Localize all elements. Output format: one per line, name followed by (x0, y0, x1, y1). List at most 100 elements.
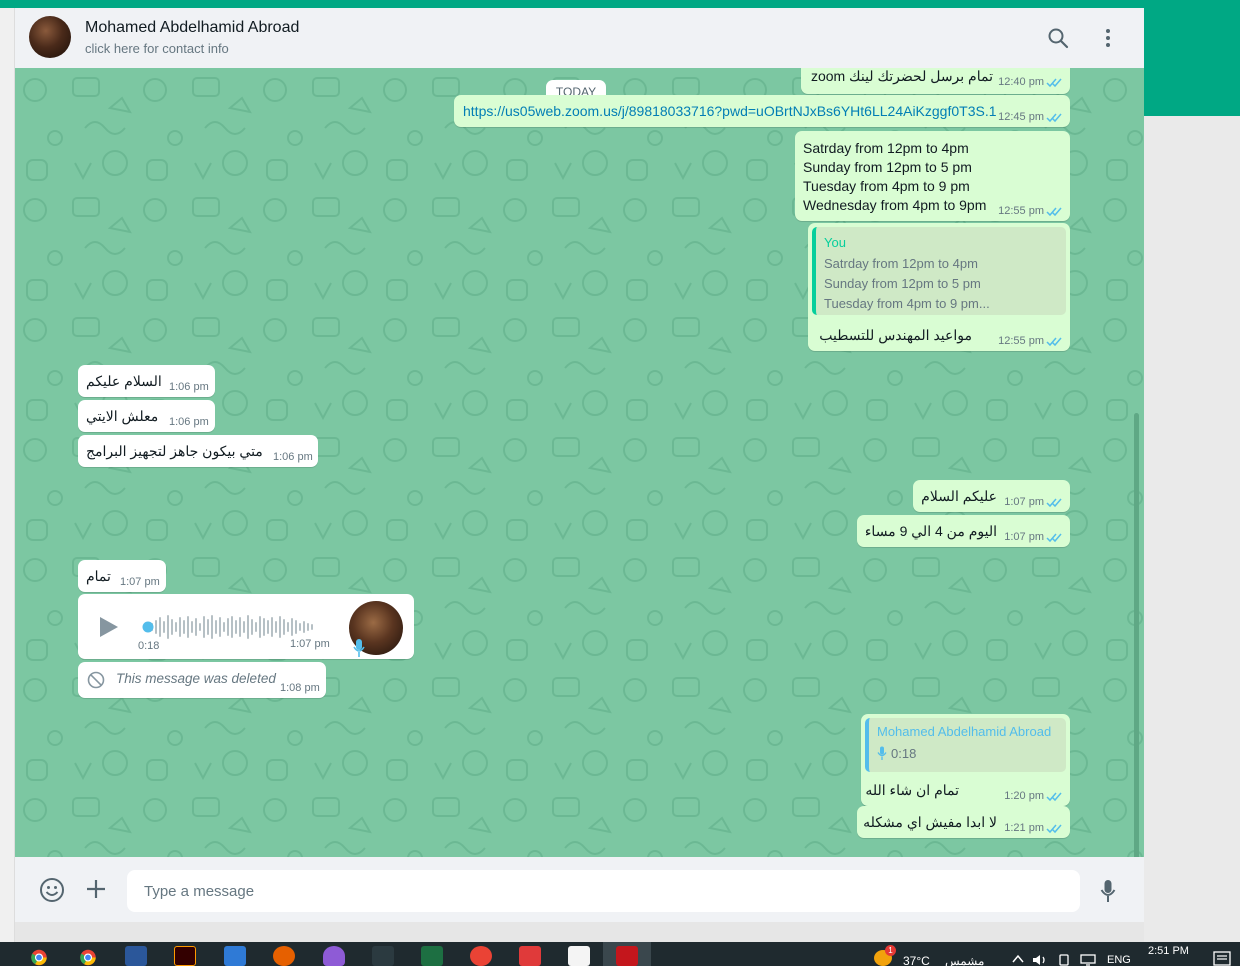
message-line: Satrday from 12pm to 4pm (803, 140, 969, 156)
message-list[interactable]: TODAY تمام برسل لحضرتك لينك zoom 12:40 p… (15, 68, 1144, 857)
app-icon[interactable] (224, 946, 246, 966)
message-text: لا ابدا مفيش اي مشكله (863, 814, 997, 830)
composer-bar (15, 857, 1144, 922)
message-text: السلام عليكم (86, 373, 162, 389)
contact-avatar[interactable] (29, 16, 71, 58)
message-time: 12:40 pm (998, 76, 1044, 88)
quote-line: Sunday from 12pm to 5 pm (824, 276, 981, 291)
microphone-icon (353, 639, 365, 657)
message-time: 1:07 pm (1004, 531, 1044, 543)
message-outgoing-link[interactable]: https://us05web.zoom.us/j/89818033716?pw… (454, 95, 1070, 127)
app-icon[interactable] (372, 946, 394, 966)
read-ticks-icon (1046, 498, 1062, 508)
message-text: مواعيد المهندس للتسطيب (819, 327, 972, 343)
message-time: 1:06 pm (169, 416, 209, 428)
message-text: معلش الايتي (86, 408, 159, 424)
message-outgoing[interactable]: عليكم السلام 1:07 pm (913, 480, 1070, 512)
chat-window: Mohamed Abdelhamid Abroad click here for… (15, 8, 1144, 922)
chevron-up-icon[interactable] (1012, 954, 1024, 963)
message-outgoing[interactable]: تمام برسل لحضرتك لينك zoom 12:40 pm (801, 68, 1070, 94)
network-icon[interactable] (1080, 954, 1096, 966)
word-icon[interactable] (125, 946, 147, 966)
message-text: تمام (86, 568, 111, 584)
quoted-message[interactable]: Mohamed Abdelhamid Abroad 0:18 (865, 718, 1066, 772)
top-brand-strip (0, 0, 1240, 8)
message-outgoing[interactable]: Satrday from 12pm to 4pm Sunday from 12p… (795, 131, 1070, 221)
message-outgoing[interactable]: اليوم من 4 الي 9 مساء 1:07 pm (857, 515, 1070, 547)
quote-author: Mohamed Abdelhamid Abroad (877, 724, 1052, 739)
voice-duration: 0:18 (138, 640, 160, 652)
speaker-icon[interactable] (1032, 954, 1048, 966)
quote-line: Tuesday from 4pm to 9 pm... (824, 296, 990, 311)
message-time: 1:06 pm (169, 381, 209, 393)
chrome-profile-icon[interactable] (77, 949, 99, 966)
message-line: Tuesday from 4pm to 9 pm (803, 178, 970, 194)
app-icon[interactable] (519, 946, 541, 966)
quote-duration: 0:18 (891, 746, 917, 761)
action-center-icon[interactable] (1213, 951, 1231, 966)
contact-info-hint[interactable]: click here for contact info (85, 41, 229, 56)
illustrator-icon[interactable] (174, 946, 196, 966)
message-time: 12:55 pm (998, 335, 1044, 347)
weather-label[interactable]: مشمس (945, 954, 984, 966)
read-ticks-icon (1046, 113, 1062, 123)
deleted-text: This message was deleted (116, 671, 276, 686)
os-taskbar: 1 37°C مشمس ENG 2:51 PM (0, 942, 1240, 966)
message-input[interactable] (127, 870, 1080, 912)
message-outgoing-reply[interactable]: You Satrday from 12pm to 4pm Sunday from… (808, 223, 1070, 351)
message-time: 1:06 pm (273, 451, 313, 463)
message-time: 1:07 pm (1004, 496, 1044, 508)
message-incoming[interactable]: تمام 1:07 pm (78, 560, 166, 592)
kebab-menu-icon[interactable] (1096, 26, 1120, 50)
message-time: 1:07 pm (290, 638, 330, 650)
message-text: متي بيكون جاهز لتجهيز البرامج (86, 443, 263, 459)
microphone-icon[interactable] (1100, 879, 1116, 903)
message-time: 1:07 pm (120, 576, 160, 588)
right-brand-panel (1144, 8, 1240, 116)
voice-message[interactable]: 0:18 1:07 pm (78, 594, 414, 659)
blocked-icon (87, 671, 105, 689)
message-time: 1:21 pm (1004, 822, 1044, 834)
read-ticks-icon (1046, 792, 1062, 802)
pdf-icon[interactable] (568, 946, 590, 966)
excel-icon[interactable] (421, 946, 443, 966)
message-incoming[interactable]: السلام عليكم 1:06 pm (78, 365, 215, 397)
left-background (0, 8, 15, 942)
firefox-icon[interactable] (273, 946, 295, 966)
message-link[interactable]: https://us05web.zoom.us/j/89818033716?pw… (463, 103, 997, 119)
message-deleted[interactable]: This message was deleted 1:08 pm (78, 662, 326, 698)
message-line: Sunday from 12pm to 5 pm (803, 159, 972, 175)
language-indicator[interactable]: ENG (1107, 954, 1131, 966)
system-clock[interactable]: 2:51 PM (1148, 945, 1189, 957)
battery-icon[interactable] (1058, 954, 1070, 966)
app-icon[interactable] (323, 946, 345, 966)
chrome-app-icon[interactable] (470, 946, 492, 966)
quoted-message[interactable]: You Satrday from 12pm to 4pm Sunday from… (812, 227, 1066, 315)
acrobat-icon[interactable] (616, 946, 638, 966)
right-background (1144, 116, 1240, 942)
emoji-icon[interactable] (39, 877, 65, 903)
microphone-icon (877, 746, 887, 760)
notification-badge: 1 (885, 945, 896, 956)
message-incoming[interactable]: معلش الايتي 1:06 pm (78, 400, 215, 432)
message-outgoing-reply[interactable]: Mohamed Abdelhamid Abroad 0:18 تمام ان ش… (861, 714, 1070, 806)
chat-scrollbar[interactable] (1134, 413, 1139, 857)
message-time: 12:45 pm (998, 111, 1044, 123)
read-ticks-icon (1046, 78, 1062, 88)
message-time: 1:08 pm (280, 682, 320, 694)
plus-icon[interactable] (85, 878, 107, 900)
contact-name[interactable]: Mohamed Abdelhamid Abroad (85, 19, 299, 37)
read-ticks-icon (1046, 207, 1062, 217)
message-incoming[interactable]: متي بيكون جاهز لتجهيز البرامج 1:06 pm (78, 435, 318, 467)
search-icon[interactable] (1046, 26, 1070, 50)
play-icon[interactable] (98, 615, 120, 639)
message-outgoing[interactable]: لا ابدا مفيش اي مشكله 1:21 pm (857, 806, 1070, 838)
read-ticks-icon (1046, 337, 1062, 347)
message-time: 1:20 pm (1004, 790, 1044, 802)
weather-temp[interactable]: 37°C (903, 954, 930, 966)
read-ticks-icon (1046, 824, 1062, 834)
chat-header[interactable]: Mohamed Abdelhamid Abroad click here for… (15, 8, 1144, 68)
read-ticks-icon (1046, 533, 1062, 543)
chrome-icon[interactable] (28, 949, 50, 966)
message-text: تمام ان شاء الله (865, 782, 959, 798)
